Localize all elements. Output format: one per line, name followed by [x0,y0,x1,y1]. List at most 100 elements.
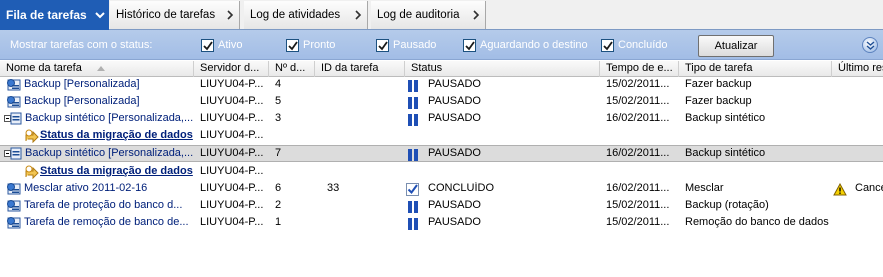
task-type-cell: Remoção do banco de dados [685,216,829,228]
server-cell: LIUYU04-P... [200,78,264,90]
task-name-cell: Backup [Personalizada] [24,78,140,90]
task-type-cell: Fazer backup [685,95,752,107]
server-cell: LIUYU04-P... [200,182,264,194]
task-name-cell: Tarefa de remoção de banco de... [24,216,189,228]
check-icon [203,40,213,50]
task-id-cell [327,95,405,110]
job-expanded-icon[interactable] [4,147,22,164]
chevron-right-icon [227,10,234,20]
server-cell: LIUYU04-P... [200,112,264,124]
filter-aguardando-checkbox[interactable]: Aguardando o destino [463,38,588,52]
task-row[interactable]: Tarefa de proteção do banco d... LIUYU04-… [0,198,883,215]
task-row[interactable]: Backup [Personalizada] LIUYU04-P... 4 PAUSA… [0,77,883,94]
task-row[interactable]: Backup sintético [Personalizada,... LIUYU… [0,145,883,162]
number-cell: 1 [275,216,282,228]
collapse-icon[interactable] [862,37,878,53]
tab-log-de-auditoria[interactable]: Log de auditoria [371,1,486,29]
time-cell: 15/02/2011... [606,216,670,228]
job-icon [6,199,22,216]
column-header-last-result[interactable]: Último res [832,61,883,77]
task-row[interactable]: Backup [Personalizada] LIUYU04-P... 5 PAUSA… [0,94,883,111]
number-cell: 2 [275,199,282,211]
checkbox-box[interactable] [601,38,614,52]
last-result-cell [855,78,883,93]
time-cell: 15/02/2011... [606,199,670,211]
time-cell: 15/02/2011... [606,95,670,107]
filter-concluido-checkbox[interactable]: Concluído [601,38,668,52]
number-cell: 7 [275,147,282,159]
checkbox-label: Concluído [618,39,668,51]
status-cell: PAUSADO [428,78,481,90]
column-header-task-id[interactable]: ID da tarefa [315,61,405,77]
column-header-label: Tipo de tarefa [685,62,753,74]
filter-pausado-checkbox[interactable]: Pausado [376,38,436,52]
status-cell: PAUSADO [428,216,481,228]
time-cell: 16/02/2011... [606,112,670,124]
last-result-cell: Cance [855,182,883,194]
task-name-cell: Backup [Personalizada] [24,95,140,107]
check-icon [465,40,475,50]
server-cell: LIUYU04-P... [200,199,264,211]
column-header-label: Nome da tarefa [6,62,82,74]
column-header-name[interactable]: Nome da tarefa [0,61,194,77]
task-row[interactable]: Backup sintético [Personalizada,... LIUYU… [0,111,883,128]
tab-label: Log de auditoria [377,9,460,21]
column-header-label: Tempo de e... [606,62,673,74]
column-header-label: Servidor d... [200,62,260,74]
job-icon [6,95,22,112]
column-header-time[interactable]: Tempo de e... [600,61,679,77]
column-header-number[interactable]: Nº d... [269,61,315,77]
filter-pronto-checkbox[interactable]: Pronto [286,38,335,52]
migration-status-row[interactable]: Status da migração de dados LIUYU04-P... [0,128,883,145]
tab-label: Histórico de tarefas [116,9,216,21]
column-header-label: Nº d... [275,62,306,74]
task-name-cell: Backup sintético [Personalizada,... [25,112,194,124]
chevron-right-icon [355,10,362,20]
check-icon [288,40,298,50]
task-row[interactable]: Mesclar ativo 2011-02-16 LIUYU04-P... 6 33 C… [0,181,883,198]
migration-status-link[interactable]: Status da migração de dados [40,129,195,144]
tab-log-de-atividades[interactable]: Log de atividades [244,1,368,29]
check-icon [406,183,419,199]
server-cell: LIUYU04-P... [200,95,264,107]
checkbox-box[interactable] [463,38,476,52]
column-header-label: Último res [838,62,883,74]
tab-fila-de-tarefas[interactable]: Fila de tarefas [0,0,109,30]
task-type-cell: Fazer backup [685,78,752,90]
tab-bar: Fila de tarefas Histórico de tarefas Log… [0,0,883,30]
checkbox-box[interactable] [201,38,214,52]
checkbox-box[interactable] [286,38,299,52]
task-type-cell: Mesclar [685,182,724,194]
migration-status-row[interactable]: Status da migração de dados LIUYU04-P... [0,164,883,181]
column-header-status[interactable]: Status [405,61,600,77]
job-icon [6,182,22,199]
server-cell: LIUYU04-P... [200,216,264,228]
check-icon [378,40,388,50]
job-expanded-icon[interactable] [4,112,22,129]
tab-historico-de-tarefas[interactable]: Histórico de tarefas [110,1,240,29]
sort-ascending-icon [97,66,105,71]
pause-icon [407,217,419,234]
filter-ativo-checkbox[interactable]: Ativo [201,38,242,52]
column-header-type[interactable]: Tipo de tarefa [679,61,832,77]
task-id-cell [327,199,405,214]
warning-icon [833,182,847,199]
refresh-button[interactable]: Atualizar [698,35,774,57]
task-name-cell: Tarefa de proteção do banco d... [24,199,183,211]
time-cell: 16/02/2011... [606,147,670,159]
checkbox-box[interactable] [376,38,389,52]
task-id-cell: 33 [327,182,340,194]
column-header-server[interactable]: Servidor d... [194,61,269,77]
checkbox-label: Ativo [218,39,243,51]
migration-status-link[interactable]: Status da migração de dados [40,165,195,180]
last-result-cell [855,112,883,127]
task-id-cell [327,112,405,127]
number-cell: 5 [275,95,282,107]
column-header-label: ID da tarefa [321,62,379,74]
task-id-cell [327,216,405,231]
checkbox-label: Aguardando o destino [480,39,588,51]
migration-icon [24,129,40,146]
task-type-cell: Backup sintético [685,147,766,159]
task-row[interactable]: Tarefa de remoção de banco de... LIUYU04-… [0,215,883,232]
check-icon [603,40,613,50]
